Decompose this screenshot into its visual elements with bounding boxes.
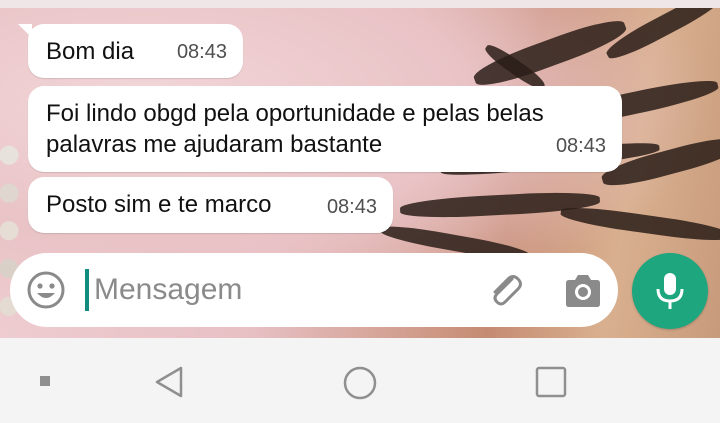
message-bubble[interactable]: Posto sim e te marco 08:43 — [28, 177, 393, 233]
emoji-icon[interactable] — [26, 270, 66, 310]
paperclip-icon[interactable] — [484, 269, 526, 311]
message-text-line: palavras me ajudaram bastante — [46, 131, 383, 158]
message-text-line: Foi lindo obgd pela oportunidade e pelas… — [46, 100, 544, 127]
text-cursor — [85, 269, 89, 311]
message-bubble[interactable]: Foi lindo obgd pela oportunidade e pelas… — [28, 86, 622, 172]
message-time: 08:43 — [555, 135, 606, 157]
message-text: Posto sim e te marco — [46, 191, 272, 218]
square-dot-icon[interactable] — [40, 376, 50, 386]
microphone-icon — [656, 273, 684, 309]
recents-square-icon[interactable] — [534, 365, 568, 399]
home-circle-icon[interactable] — [342, 365, 378, 401]
camera-icon[interactable] — [562, 271, 604, 311]
back-triangle-icon[interactable] — [153, 365, 185, 399]
message-text: Foi lindo obgd pela oportunidade e pelas… — [46, 98, 544, 160]
message-composer[interactable]: Mensagem — [10, 253, 618, 327]
voice-record-button[interactable] — [632, 253, 708, 329]
message-text: Bom dia — [46, 38, 135, 65]
message-input[interactable]: Mensagem — [94, 273, 242, 307]
android-nav-bar — [0, 338, 720, 423]
message-time: 08:43 — [176, 41, 227, 63]
message-time: 08:43 — [326, 196, 377, 218]
message-bubble[interactable]: Bom dia 08:43 — [18, 24, 243, 78]
